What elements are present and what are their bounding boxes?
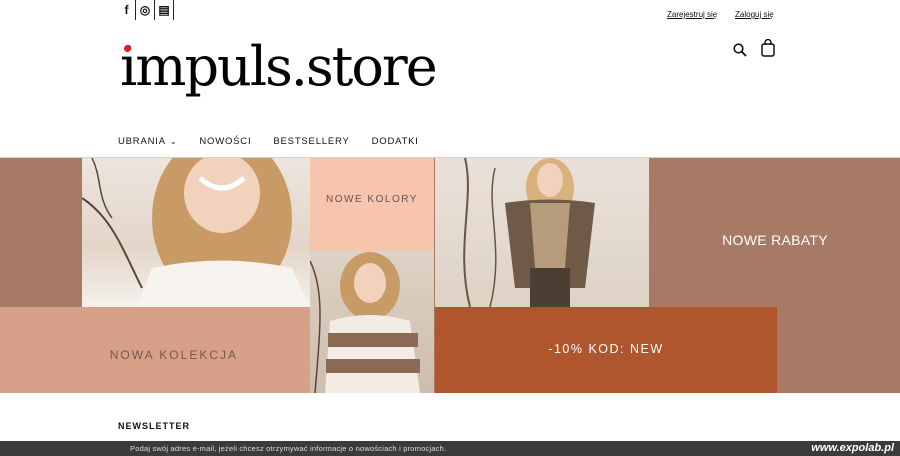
chevron-down-icon: ⌄: [169, 137, 178, 146]
footer-strip: Podaj swój adres e-mail, jeżeli chcesz o…: [0, 441, 900, 456]
store-logo[interactable]: impuls.store: [120, 32, 438, 107]
social-links: f ◎ ▤: [118, 0, 174, 20]
promo-code-label: -10% KOD: NEW: [548, 342, 664, 356]
watermark: www.expolab.pl: [811, 442, 894, 454]
banner-photo-striped-top[interactable]: [310, 251, 434, 393]
tile-nowe-kolory-label: NOWE KOLORY: [326, 194, 418, 205]
logo-text: impuls.store: [120, 35, 438, 98]
logo-red-dot: [124, 45, 131, 52]
tile-nowa-kolekcja[interactable]: NOWA KOLEKCJA: [0, 307, 310, 393]
instagram-icon[interactable]: ◎: [136, 0, 155, 20]
tile-nowa-kolekcja-label: NOWA KOLEKCJA: [109, 348, 238, 362]
tile-promo-code[interactable]: -10% KOD: NEW: [435, 307, 777, 393]
main-nav: UBRANIA ⌄ NOWOŚCI BESTSELLERY DODATKI: [118, 136, 441, 147]
banner-photo-leopard-top[interactable]: [435, 158, 649, 307]
facebook-icon[interactable]: f: [118, 0, 136, 20]
nav-item-bestsellery[interactable]: BESTSELLERY: [273, 136, 349, 147]
search-icon[interactable]: [733, 43, 747, 57]
nav-item-ubrania[interactable]: UBRANIA ⌄: [118, 136, 177, 147]
newsletter-heading: NEWSLETTER: [118, 421, 190, 431]
nav-item-nowosci[interactable]: NOWOŚCI: [199, 136, 251, 147]
top-bar: f ◎ ▤ Zarejestruj się Zaloguj się: [0, 0, 900, 22]
tile-nowe-rabaty-label[interactable]: NOWE RABATY: [650, 232, 900, 248]
register-link[interactable]: Zarejestruj się: [667, 10, 717, 19]
login-link[interactable]: Zaloguj się: [735, 10, 774, 19]
promo-banner: NOWE KOLORY NOWE RABATY NOWA KOLEKCJA -1…: [0, 157, 900, 393]
tile-nowe-kolory[interactable]: NOWE KOLORY: [310, 158, 434, 251]
newsletter-icon[interactable]: ▤: [155, 0, 174, 20]
nav-item-label: UBRANIA: [118, 136, 166, 147]
banner-photo-model-sweater[interactable]: [82, 158, 310, 307]
nav-item-dodatki[interactable]: DODATKI: [372, 136, 419, 147]
newsletter-hint: Podaj swój adres e-mail, jeżeli chcesz o…: [130, 444, 447, 453]
shopping-bag-icon[interactable]: [761, 38, 775, 57]
